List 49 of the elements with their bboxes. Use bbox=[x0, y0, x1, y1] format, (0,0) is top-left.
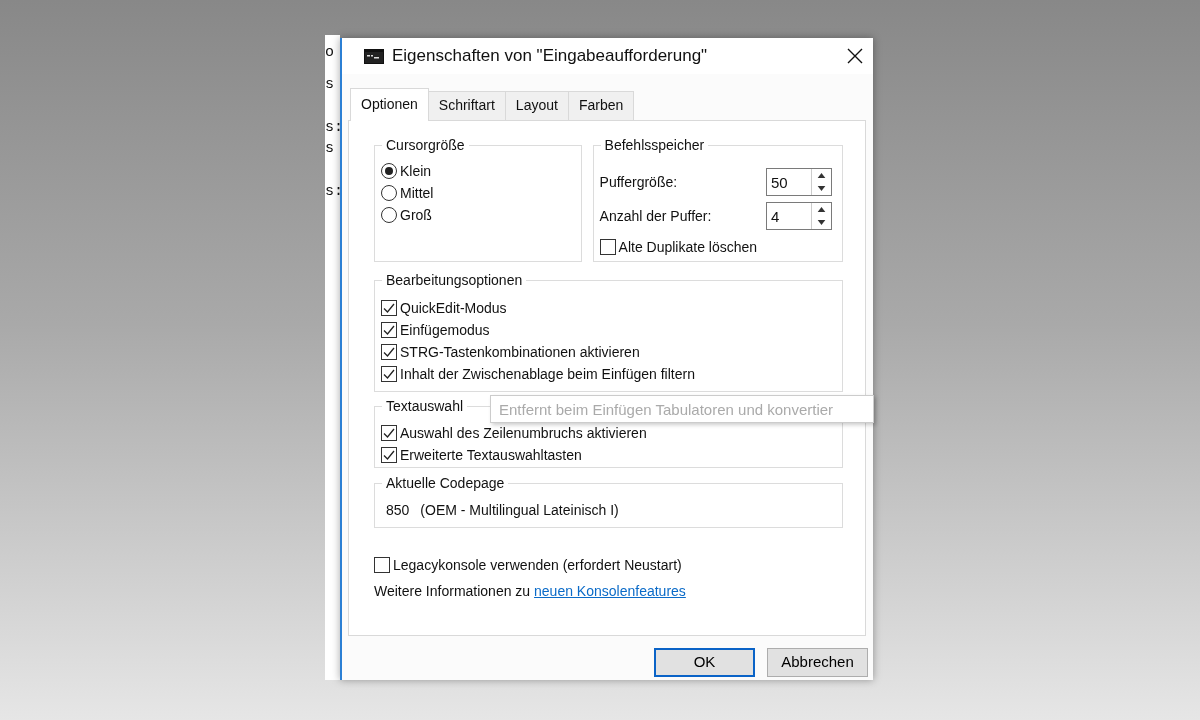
checkbox[interactable] bbox=[381, 322, 397, 338]
checkbox-label: Auswahl des Zeilenumbruchs aktivieren bbox=[400, 424, 647, 443]
field-label: Anzahl der Puffer: bbox=[599, 206, 712, 226]
window-title: Eigenschaften von "Eingabeaufforderung" bbox=[392, 45, 708, 68]
tab[interactable]: Layout bbox=[504, 91, 569, 120]
group-label: Befehlsspeicher bbox=[600, 136, 709, 154]
checkbox-label: Inhalt der Zwischenablage beim Einfügen filtern bbox=[400, 365, 695, 384]
radio-label: Groß bbox=[400, 206, 432, 225]
tab[interactable]: Optionen bbox=[350, 88, 429, 121]
checkbox[interactable] bbox=[381, 447, 397, 463]
dialog-button[interactable]: Abbrechen bbox=[767, 648, 868, 677]
number-spinner[interactable]: 4 bbox=[766, 202, 832, 230]
checkbox[interactable] bbox=[599, 239, 616, 255]
checkbox[interactable] bbox=[381, 300, 397, 316]
group-label: Bearbeitungsoptionen bbox=[382, 271, 527, 289]
console-icon bbox=[364, 48, 384, 64]
tooltip: Entfernt beim Einfügen Tabulatoren und konvertier bbox=[490, 395, 874, 423]
field-label: Puffergröße: bbox=[599, 172, 678, 192]
number-spinner[interactable]: 50 bbox=[766, 168, 832, 196]
checkbox[interactable] bbox=[381, 344, 397, 360]
tab[interactable]: Schriftart bbox=[427, 91, 506, 120]
radio-button[interactable] bbox=[381, 207, 397, 223]
radio-button[interactable] bbox=[381, 163, 397, 179]
console-text: o bbox=[325, 45, 335, 60]
console-text: s: bbox=[325, 184, 340, 199]
radio-button[interactable] bbox=[381, 185, 397, 201]
group-label: Cursorgröße bbox=[382, 136, 469, 154]
group-label: Aktuelle Codepage bbox=[382, 474, 509, 492]
checkbox-label: STRG-Tastenkombinationen aktivieren bbox=[400, 343, 640, 362]
dialog-button[interactable]: OK bbox=[654, 648, 755, 677]
console-text: s bbox=[325, 77, 335, 92]
close-icon[interactable] bbox=[847, 48, 863, 64]
codepage-name: (OEM - Multilingual Lateinisch I) bbox=[420, 501, 619, 520]
console-text: s: bbox=[325, 120, 340, 135]
checkbox[interactable] bbox=[374, 557, 390, 573]
console-text: s bbox=[325, 141, 335, 156]
checkbox[interactable] bbox=[381, 366, 397, 382]
checkbox-label: Einfügemodus bbox=[400, 321, 490, 340]
link[interactable]: neuen Konsolenfeatures bbox=[534, 583, 686, 599]
checkbox-label: QuickEdit-Modus bbox=[400, 299, 507, 318]
checkbox-label: Alte Duplikate löschen bbox=[618, 238, 758, 257]
checkbox-label: Legacykonsole verwenden (erfordert Neustart) bbox=[393, 556, 682, 575]
checkbox-label: Erweiterte Textauswahltasten bbox=[400, 446, 582, 465]
codepage-number: 850 bbox=[386, 501, 410, 520]
radio-label: Mittel bbox=[400, 184, 434, 203]
tab[interactable]: Farben bbox=[567, 91, 635, 120]
radio-label: Klein bbox=[400, 162, 432, 181]
info-text: Weitere Informationen zu bbox=[374, 583, 532, 599]
checkbox[interactable] bbox=[381, 425, 397, 441]
